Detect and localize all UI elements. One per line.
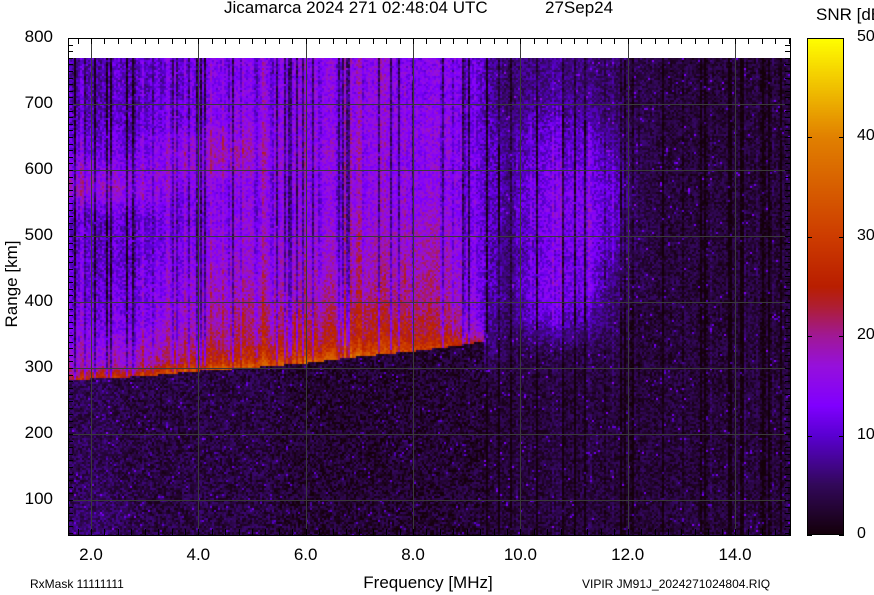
x-tick-label: 10.0 — [503, 545, 537, 564]
colorbar-tick-label: 10 — [857, 425, 874, 443]
colorbar-tick-label: 0 — [857, 525, 866, 542]
y-tick-label: 300 — [24, 357, 53, 376]
x-tick-label: 14.0 — [718, 545, 752, 564]
x-tick-label: 4.0 — [186, 545, 211, 564]
y-tick-label: 100 — [24, 489, 53, 508]
y-tick-label: 500 — [24, 225, 53, 244]
colorbar-border — [807, 38, 844, 535]
colorbar-tick-label: 20 — [857, 326, 874, 344]
plot-border — [68, 38, 791, 536]
colorbar-tick-label: 40 — [857, 127, 874, 145]
y-tick-label: 800 — [24, 27, 53, 46]
y-tick-label: 200 — [24, 423, 53, 442]
x-tick-label: 2.0 — [79, 545, 103, 564]
colorbar-tick-label: 50 — [857, 28, 874, 45]
y-tick-label: 700 — [24, 93, 53, 112]
x-tick-label: 6.0 — [293, 545, 318, 564]
colorbar-tick-label: 30 — [857, 226, 874, 244]
y-tick-label: 600 — [24, 159, 53, 178]
y-tick-label: 400 — [24, 291, 53, 310]
x-tick-label: 8.0 — [401, 545, 425, 564]
x-tick-label: 12.0 — [611, 545, 645, 564]
axes-overlay — [68, 38, 844, 536]
